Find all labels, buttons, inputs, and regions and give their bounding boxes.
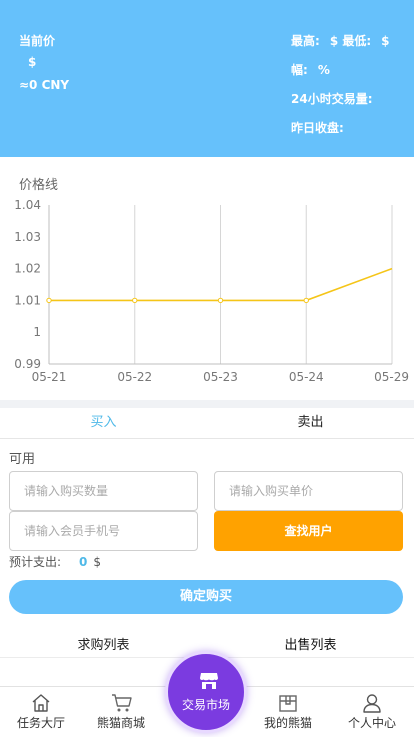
cny-value: ≈0 CNY [19, 78, 70, 92]
section-divider [0, 400, 414, 408]
high-label: 最高: [291, 34, 320, 48]
price-summary-header: 当前价 $ ≈0 CNY 最高: $ 最低: $ 幅:% 24小时交易量: 昨日收盘… [0, 0, 414, 157]
tab-sell[interactable]: 卖出 [207, 408, 414, 438]
chart-y-tick-label: 0.99 [14, 357, 41, 371]
tab-buy[interactable]: 买入 [0, 408, 207, 438]
nav-label-panda-mall: 熊猫商城 [96, 716, 145, 730]
nav-item-panda-mall[interactable]: 熊猫商城 [80, 687, 162, 737]
tab-sell-list[interactable]: 出售列表 [207, 634, 414, 653]
nav-label-task-hall: 任务大厅 [16, 716, 65, 730]
chart-data-point [132, 297, 138, 304]
available-label: 可用 [9, 452, 36, 467]
shop-icon [200, 673, 218, 689]
current-price-unit: $ [28, 55, 37, 69]
chart-y-tick-label: 1.03 [14, 230, 41, 244]
chart-x-tick-label: 05-24 [289, 370, 324, 384]
low-unit: $ [381, 34, 390, 48]
chart-y-tick-label: 1.04 [14, 198, 41, 212]
low-label: 最低: [342, 34, 372, 48]
chart-y-tick-label: 1.02 [14, 262, 41, 276]
box-icon [279, 695, 297, 712]
search-user-button[interactable]: 查找用户 [214, 511, 403, 551]
home-icon [32, 694, 50, 712]
volume-label: 24小时交易量: [291, 92, 373, 106]
chart-x-tick-label: 05-22 [117, 370, 152, 384]
member-phone-input[interactable] [9, 511, 198, 551]
quantity-input[interactable] [9, 471, 198, 511]
high-unit: $ [329, 34, 339, 48]
yesterday-close-label: 昨日收盘: [291, 121, 344, 135]
chart-x-tick-label: 05-29 [374, 370, 409, 384]
high-low-row: 最高: $ 最低: $ [291, 32, 390, 49]
expense-value: 0 [79, 555, 88, 569]
price-line-chart: 1.04 1.03 1.02 1.01 1 0.9905-21 05-22 05-23 05-2… [14, 198, 409, 384]
unit-price-input[interactable] [214, 471, 403, 511]
nav-item-task-hall[interactable]: 任务大厅 [0, 687, 82, 737]
tab-buy-list[interactable]: 求购列表 [0, 634, 207, 653]
chart-data-point [46, 297, 52, 304]
cart-icon [112, 694, 132, 712]
chart-data-point [217, 297, 224, 304]
tab-divider [0, 438, 414, 439]
expense-unit: $ [93, 555, 102, 569]
nav-item-personal-center[interactable]: 个人中心 [331, 687, 413, 737]
chart-y-tick-label: 1 [33, 325, 41, 339]
current-price-label: 当前价 [19, 34, 56, 48]
chart-x-tick-label: 05-23 [203, 370, 238, 384]
chart-y-tick-label: 1.01 [14, 293, 41, 307]
expense-label: 预计支出: [9, 555, 62, 569]
nav-label-personal-center: 个人中心 [347, 716, 396, 730]
chart-data-point [303, 297, 309, 304]
confirm-buy-button[interactable]: 确定购买 [9, 580, 403, 614]
change-unit: % [317, 63, 330, 77]
trade-market-button[interactable]: 交易市场 [165, 651, 247, 733]
nav-label-my-panda: 我的熊猫 [263, 716, 312, 730]
change-row: 幅:% [291, 61, 330, 78]
nav-item-my-panda[interactable]: 我的熊猫 [247, 687, 329, 737]
chart-x-tick-label: 05-21 [32, 370, 67, 384]
user-icon [363, 694, 381, 713]
change-label: 幅: [291, 63, 308, 77]
expected-expense: 预计支出: 0 $ [9, 553, 101, 570]
trade-market-label: 交易市场 [181, 698, 230, 712]
